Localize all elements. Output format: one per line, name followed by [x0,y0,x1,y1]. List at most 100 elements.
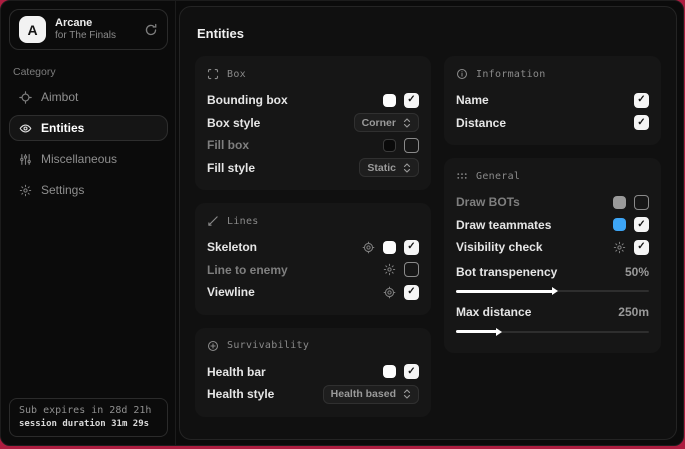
line-icon [207,215,219,227]
card-title: Survivability [227,340,309,351]
setting-label: Name [456,93,489,107]
card-lines: Lines Skeleton [195,203,431,315]
color-swatch[interactable] [383,241,396,254]
setting-label: Distance [456,116,506,130]
chevron-up-down-icon [403,118,411,128]
main-area: Entities Box [176,1,683,445]
setting-row-bot-transparency: Bot transpenency 50% [456,261,649,284]
color-swatch[interactable] [613,218,626,231]
brand-logo: A [19,16,46,43]
fill-style-dropdown[interactable]: Static [359,158,419,177]
setting-label: Bot transpenency [456,265,557,279]
max-distance-slider[interactable] [456,331,649,333]
sidebar-item-aimbot[interactable]: Aimbot [9,84,168,110]
sidebar-item-miscellaneous[interactable]: Miscellaneous [9,146,168,172]
setting-row-health-style: Health style Health based [207,383,419,406]
setting-label: Box style [207,116,260,130]
setting-label: Max distance [456,305,531,319]
dropdown-value: Corner [362,117,396,129]
card-general: General Draw BOTs ✓ Draw teammates [444,158,661,353]
gear-icon[interactable] [613,241,626,254]
setting-label: Line to enemy [207,263,288,277]
setting-row-box-style: Box style Corner [207,112,419,135]
dropdown-value: Health based [331,388,396,400]
color-swatch[interactable] [613,196,626,209]
setting-row-line-to-enemy: Line to enemy ✓ [207,259,419,282]
setting-label: Skeleton [207,240,257,254]
info-icon [456,68,468,80]
sidebar-nav: Aimbot Entities [9,84,168,203]
setting-label: Bounding box [207,93,288,107]
setting-label: Draw BOTs [456,195,520,209]
brand-card: A Arcane for The Finals [9,9,168,50]
check-icon: ✓ [407,95,415,105]
sidebar-item-label: Entities [41,121,84,135]
color-swatch[interactable] [383,139,396,152]
setting-row-skeleton: Skeleton ✓ [207,236,419,259]
gear-icon[interactable] [383,286,396,299]
slider-value: 50% [625,265,649,279]
brand-subtitle: for The Finals [55,30,116,42]
crosshair-icon [19,91,32,104]
setting-label: Fill box [207,138,249,152]
box-corners-icon [207,68,219,80]
gear-icon[interactable] [362,241,375,254]
slider-thumb[interactable] [496,328,502,336]
refresh-icon[interactable] [144,23,158,37]
checkbox[interactable]: ✓ [634,93,649,108]
entities-icon [19,122,32,135]
color-swatch[interactable] [383,365,396,378]
checkbox[interactable]: ✓ [634,217,649,232]
session-duration-text: session duration 31m 29s [19,419,158,429]
slider-fill [456,290,553,293]
setting-row-fill-box: Fill box ✓ [207,134,419,157]
checkbox[interactable]: ✓ [404,262,419,277]
checkbox[interactable]: ✓ [404,240,419,255]
sidebar-item-settings[interactable]: Settings [9,177,168,203]
checkbox[interactable]: ✓ [404,138,419,153]
setting-row-draw-bots: Draw BOTs ✓ [456,191,649,214]
setting-row-viewline: Viewline ✓ [207,281,419,304]
page-title: Entities [197,26,659,41]
brand-title: Arcane [55,17,116,30]
setting-row-fill-style: Fill style Static [207,157,419,180]
setting-row-name: Name ✓ [456,89,649,112]
health-style-dropdown[interactable]: Health based [323,385,419,404]
sidebar-item-label: Settings [41,183,84,197]
card-box: Box Bounding box ✓ Box style [195,56,431,190]
card-title: Information [476,69,546,80]
card-survivability: Survivability Health bar ✓ Health style [195,328,431,417]
setting-row-draw-teammates: Draw teammates ✓ [456,214,649,237]
sidebar-item-entities[interactable]: Entities [9,115,168,141]
slider-value: 250m [618,305,649,319]
slider-thumb[interactable] [552,287,558,295]
chevron-up-down-icon [403,163,411,173]
content-panel: Entities Box [179,6,677,440]
checkbox[interactable]: ✓ [404,93,419,108]
checkbox[interactable]: ✓ [634,115,649,130]
setting-label: Fill style [207,161,255,175]
color-swatch[interactable] [383,94,396,107]
card-information: Information Name ✓ Distance ✓ [444,56,661,145]
setting-label: Viewline [207,285,255,299]
checkbox[interactable]: ✓ [404,285,419,300]
setting-row-health-bar: Health bar ✓ [207,361,419,384]
checkbox[interactable]: ✓ [634,195,649,210]
bot-transparency-slider[interactable] [456,290,649,292]
box-style-dropdown[interactable]: Corner [354,113,419,132]
setting-row-distance: Distance ✓ [456,112,649,135]
sliders-icon [19,153,32,166]
setting-label: Health bar [207,365,266,379]
checkbox[interactable]: ✓ [634,240,649,255]
setting-label: Health style [207,387,274,401]
checkbox[interactable]: ✓ [404,364,419,379]
chevron-up-down-icon [403,389,411,399]
subscription-box: Sub expires in 28d 21h session duration … [9,398,168,437]
slider-fill [456,330,497,333]
card-title: Box [227,69,246,80]
sidebar: A Arcane for The Finals Category [1,1,176,445]
card-title: General [476,171,520,182]
gear-icon[interactable] [383,263,396,276]
sub-expires-text: Sub expires in 28d 21h [19,405,158,416]
category-label: Category [13,66,168,78]
